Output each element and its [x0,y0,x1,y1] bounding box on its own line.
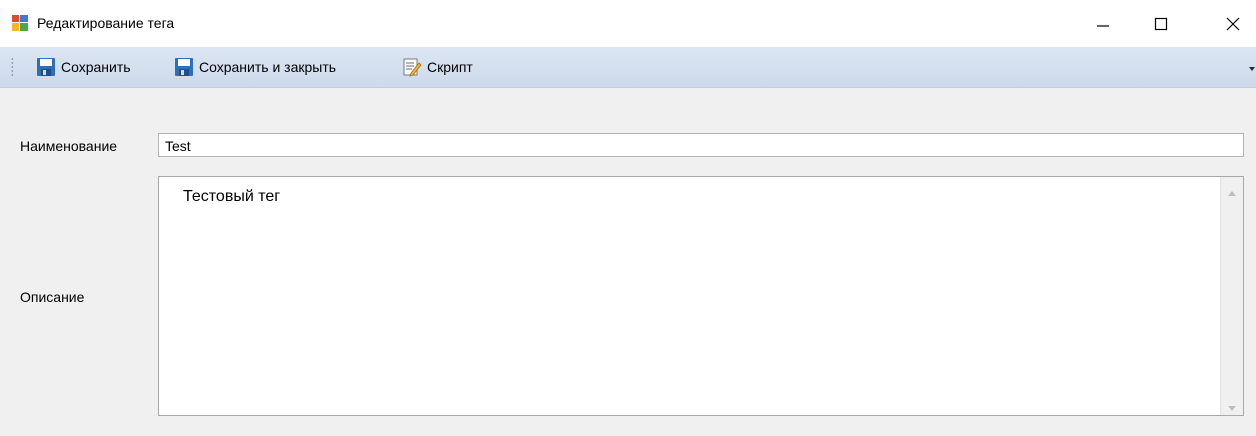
save-and-close-button[interactable]: Сохранить и закрыть [174,54,336,80]
save-and-close-button-label: Сохранить и закрыть [199,59,337,75]
minimize-icon [1097,24,1109,27]
window-title: Редактирование тега [37,15,175,31]
title-bar[interactable]: Редактирование тега [0,0,1256,47]
floppy-disk-icon [36,57,56,77]
description-label: Описание [20,289,85,305]
name-input[interactable]: Test [158,133,1244,157]
description-scrollbar[interactable] [1220,177,1243,415]
save-button[interactable]: Сохранить [36,54,131,80]
scroll-up-icon[interactable] [1227,184,1237,196]
description-textarea[interactable]: Тестовый тег [158,176,1244,416]
maximize-icon [1154,17,1168,30]
script-edit-icon [402,57,422,77]
toolbar: Сохранить Сохранить и закрыть Скрипт [0,47,1256,88]
script-button[interactable]: Скрипт [402,54,473,80]
minimize-button[interactable] [1080,0,1126,47]
name-input-value: Test [165,138,191,154]
save-button-label: Сохранить [61,59,131,75]
name-label: Наименование [20,138,118,154]
toolbar-overflow-chevron-icon[interactable] [1248,61,1256,71]
close-icon [1226,17,1240,30]
form-window-icon [12,15,28,31]
tag-edit-window: Редактирование тега Сохранить Сохранить … [0,0,1256,436]
toolbar-grip[interactable] [11,57,13,77]
floppy-disk-icon [174,57,194,77]
scroll-down-icon[interactable] [1227,400,1237,411]
close-button[interactable] [1210,0,1256,47]
description-textarea-value: Тестовый тег [183,188,281,205]
maximize-button[interactable] [1138,0,1184,47]
script-button-label: Скрипт [427,59,473,75]
